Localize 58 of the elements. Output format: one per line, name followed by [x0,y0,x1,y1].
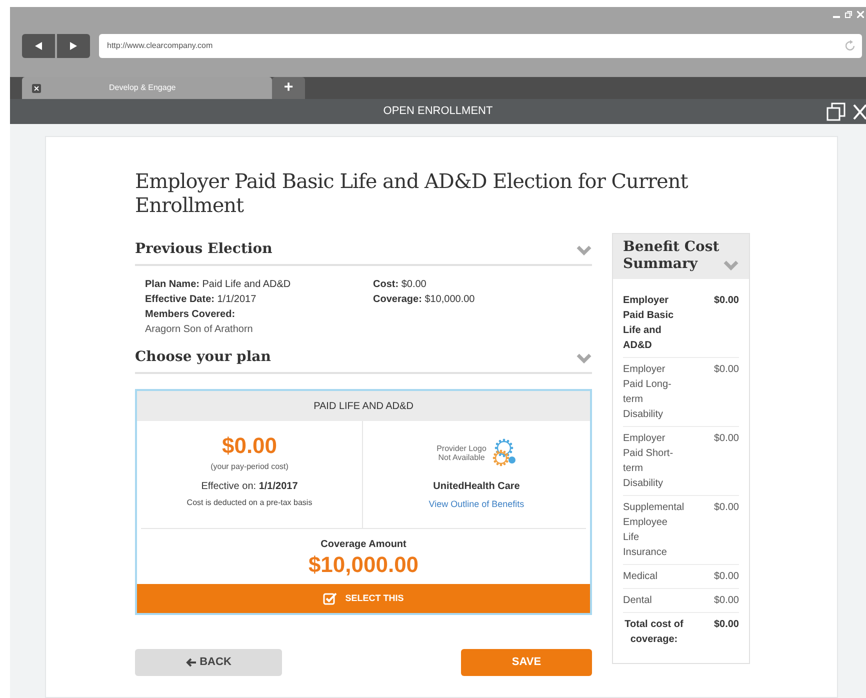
detail-text: Cost: $0.00 [373,278,428,292]
address-field[interactable]: http://www.clearcompany.com [99,34,862,58]
section-header[interactable]: Choose your plan [135,347,592,374]
section-heading: Choose your plan [135,348,271,367]
detail-text: Effective Date: 1/1/2017 [145,293,258,307]
chevron-down-icon[interactable] [576,352,592,364]
popout-icon[interactable] [826,102,846,122]
cost-amount: $0.00 [222,433,278,459]
benefit-name: Employer Paid Long-term Disability [623,363,672,422]
triangle-right-icon [70,42,77,50]
tab-title: Develop & Engage [109,82,176,94]
section-header[interactable]: Previous Election [135,239,592,266]
detail-text: Members Covered: [145,308,236,322]
benefit-name: Employer Paid Basic Life and AD&D [623,294,675,353]
chevron-down-icon[interactable] [576,244,592,256]
effective-text: Effective on: 1/1/2017 [201,480,298,494]
benefit-name: Medical [623,570,658,584]
benefit-cost: $0.00 [714,570,739,584]
chevron-down-icon[interactable] [723,259,739,271]
member-name: Aragorn Son of Arathorn [145,323,254,337]
detail-text: Plan Name: Paid Life and AD&D [145,278,292,292]
new-tab-button[interactable]: + [272,77,305,99]
triangle-left-icon [35,42,42,50]
cost-note: (your pay-period cost) [210,461,288,473]
restore-icon[interactable] [845,11,852,18]
logo-text: Provider Logo Not Available [436,444,488,462]
benefit-cost: $0.00 [714,432,739,446]
summary-title: Benefit Cost Summary [623,239,720,273]
forward-nav-button[interactable] [57,34,90,58]
provider-name: UnitedHealth Care [433,480,520,494]
section-heading: Previous Election [135,240,272,259]
benefit-name: Supplemental Employee Life Insurance [623,501,685,560]
page-title: Employer Paid Basic Life and AD&D Election for Current Enrollment [135,169,690,217]
tax-note: Cost is deducted on a pre-tax basis [186,497,312,509]
url-text: http://www.clearcompany.com [107,40,214,52]
benefit-name: Employer Paid Short-term Disability [623,432,674,491]
benefit-cost: $0.00 [714,294,739,308]
benefit-cost: $0.00 [714,501,739,515]
arrow-left-icon [186,658,196,667]
close-icon[interactable] [32,84,41,92]
back-button[interactable]: BACK [135,649,282,676]
benefit-cost: $0.00 [714,618,739,632]
total-label: Total cost of coverage: [624,618,684,647]
coverage-amount: $10,000.00 [308,552,419,578]
benefits-link[interactable]: View Outline of Benefits [428,498,524,512]
summary-header[interactable]: Benefit Cost Summary [613,234,749,279]
benefit-name: Dental [623,594,653,608]
coverage-label: Coverage Amount [320,538,406,552]
plan-name: PAID LIFE AND AD&D [314,400,414,414]
plan-card[interactable] [135,389,592,615]
close-icon[interactable] [852,102,866,122]
header-title: OPEN ENROLLMENT [382,104,494,120]
benefit-cost: $0.00 [714,594,739,608]
checkbox-icon [323,592,338,605]
benefit-cost: $0.00 [714,363,739,377]
reload-icon[interactable] [844,40,856,52]
detail-text: Coverage: $10,000.00 [373,293,475,307]
back-nav-button[interactable] [22,34,55,58]
